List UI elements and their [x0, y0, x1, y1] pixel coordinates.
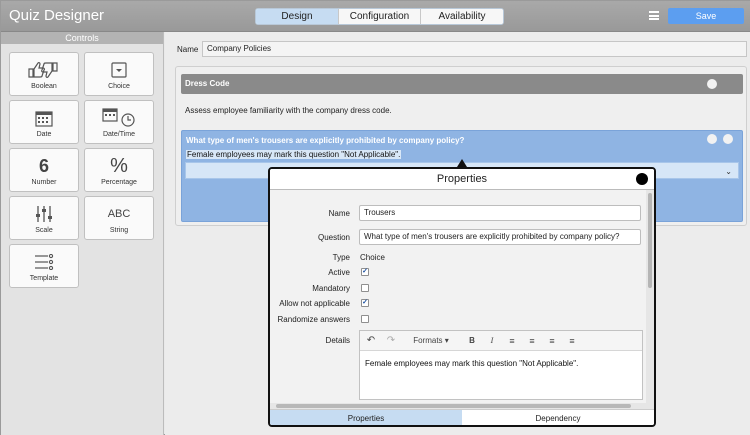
mandatory-checkbox[interactable]: [361, 284, 369, 292]
control-label: Scale: [35, 227, 53, 234]
dropdown-box-icon: [85, 60, 153, 80]
controls-title: Controls: [1, 32, 163, 44]
control-choice[interactable]: Choice: [84, 52, 154, 96]
details-text[interactable]: Female employees may mark this question …: [360, 351, 642, 376]
app-window: Quiz Designer Design Configuration Avail…: [0, 0, 750, 435]
question-action-icon[interactable]: [707, 134, 717, 144]
save-button[interactable]: Save: [668, 8, 744, 24]
tab-design[interactable]: Design: [256, 9, 339, 24]
menu-icon[interactable]: [649, 11, 659, 20]
control-label: Percentage: [101, 179, 137, 186]
tab-availability[interactable]: Availability: [421, 9, 503, 24]
thumbs-up-down-icon: [10, 60, 78, 80]
prop-details-label: Details: [325, 336, 350, 345]
app-title: Quiz Designer: [9, 7, 105, 24]
bold-icon[interactable]: B: [462, 331, 482, 351]
control-string[interactable]: ABC String: [84, 196, 154, 240]
randomize-answers-checkbox[interactable]: [361, 315, 369, 323]
control-datetime[interactable]: Date/Time: [84, 100, 154, 144]
formats-dropdown[interactable]: Formats ▾: [400, 331, 462, 351]
calendar-clock-icon: [85, 108, 153, 128]
italic-icon[interactable]: I: [482, 331, 502, 351]
control-label: String: [109, 227, 129, 234]
redo-icon[interactable]: ↷: [382, 331, 400, 351]
control-label: Number: [31, 179, 57, 186]
close-icon[interactable]: [636, 173, 648, 185]
control-date[interactable]: Date: [9, 100, 79, 144]
tab-configuration[interactable]: Configuration: [339, 9, 421, 24]
control-template[interactable]: Template: [9, 244, 79, 288]
prop-mandatory-label: Mandatory: [312, 284, 350, 293]
control-label: Boolean: [31, 83, 57, 90]
percent-icon: %: [110, 154, 128, 177]
tab-properties[interactable]: Properties: [270, 410, 462, 425]
prop-question-label: Question: [317, 233, 350, 242]
control-label: Template: [29, 275, 59, 282]
active-checkbox[interactable]: ✓: [361, 268, 369, 276]
prop-allow-na-label: Allow not applicable: [279, 299, 350, 308]
view-tabs: Design Configuration Availability: [255, 8, 504, 25]
vertical-scrollbar[interactable]: [646, 190, 654, 409]
prop-active-label: Active: [328, 268, 350, 277]
formats-label: Formats: [413, 336, 443, 345]
section-toggle-icon[interactable]: [707, 79, 717, 89]
section-header[interactable]: Dress Code: [181, 74, 743, 94]
control-label: Date: [36, 131, 52, 138]
section-title: Dress Code: [185, 79, 230, 88]
prop-name-label: Name: [328, 209, 350, 218]
list-template-icon: [10, 252, 78, 272]
calendar-icon: [10, 108, 78, 128]
prop-type-label: Type: [332, 253, 350, 262]
prop-question-input[interactable]: What type of men's trousers are explicit…: [359, 229, 641, 245]
align-right-icon[interactable]: ≡: [542, 331, 562, 351]
controls-panel: Controls Boolean Choice Date Date/Time 6…: [1, 32, 164, 435]
properties-form: Name Trousers Question What type of men'…: [270, 190, 646, 409]
prop-randomize-label: Randomize answers: [277, 315, 350, 324]
properties-dialog: Properties Name Trousers Question What t…: [268, 167, 656, 427]
header-bar: Quiz Designer Design Configuration Avail…: [1, 1, 750, 32]
details-editor: ↶ ↷ Formats ▾ B I ≡ ≡ ≡ ≡ Female employe…: [359, 330, 643, 400]
number-six-icon: 6: [38, 155, 49, 176]
popup-pointer: [457, 159, 467, 167]
control-percentage[interactable]: % Percentage: [84, 148, 154, 192]
control-boolean[interactable]: Boolean: [9, 52, 79, 96]
chevron-down-icon: ⌄: [725, 167, 732, 176]
editor-toolbar: ↶ ↷ Formats ▾ B I ≡ ≡ ≡ ≡: [360, 331, 642, 351]
allow-not-applicable-checkbox[interactable]: ✓: [361, 299, 369, 307]
control-label: Choice: [108, 83, 130, 90]
text-abc-icon: ABC: [107, 208, 131, 220]
align-justify-icon[interactable]: ≡: [562, 331, 582, 351]
quiz-name-label: Name: [177, 45, 199, 54]
question-detail: Female employees may mark this question …: [186, 150, 402, 159]
section-description: Assess employee familiarity with the com…: [185, 106, 392, 115]
undo-icon[interactable]: ↶: [360, 331, 382, 351]
control-label: Date/Time: [102, 131, 136, 138]
dialog-title: Properties: [270, 169, 654, 190]
question-close-icon[interactable]: [723, 134, 733, 144]
control-number[interactable]: 6 Number: [9, 148, 79, 192]
question-title: What type of men's trousers are explicit…: [186, 136, 465, 145]
control-scale[interactable]: Scale: [9, 196, 79, 240]
tab-dependency[interactable]: Dependency: [462, 410, 654, 425]
align-center-icon[interactable]: ≡: [522, 331, 542, 351]
sliders-icon: [10, 204, 78, 224]
prop-type-value: Choice: [360, 253, 385, 262]
quiz-name-input[interactable]: Company Policies: [202, 41, 747, 57]
prop-name-input[interactable]: Trousers: [359, 205, 641, 221]
align-left-icon[interactable]: ≡: [502, 331, 522, 351]
properties-tabs: Properties Dependency: [270, 409, 654, 425]
